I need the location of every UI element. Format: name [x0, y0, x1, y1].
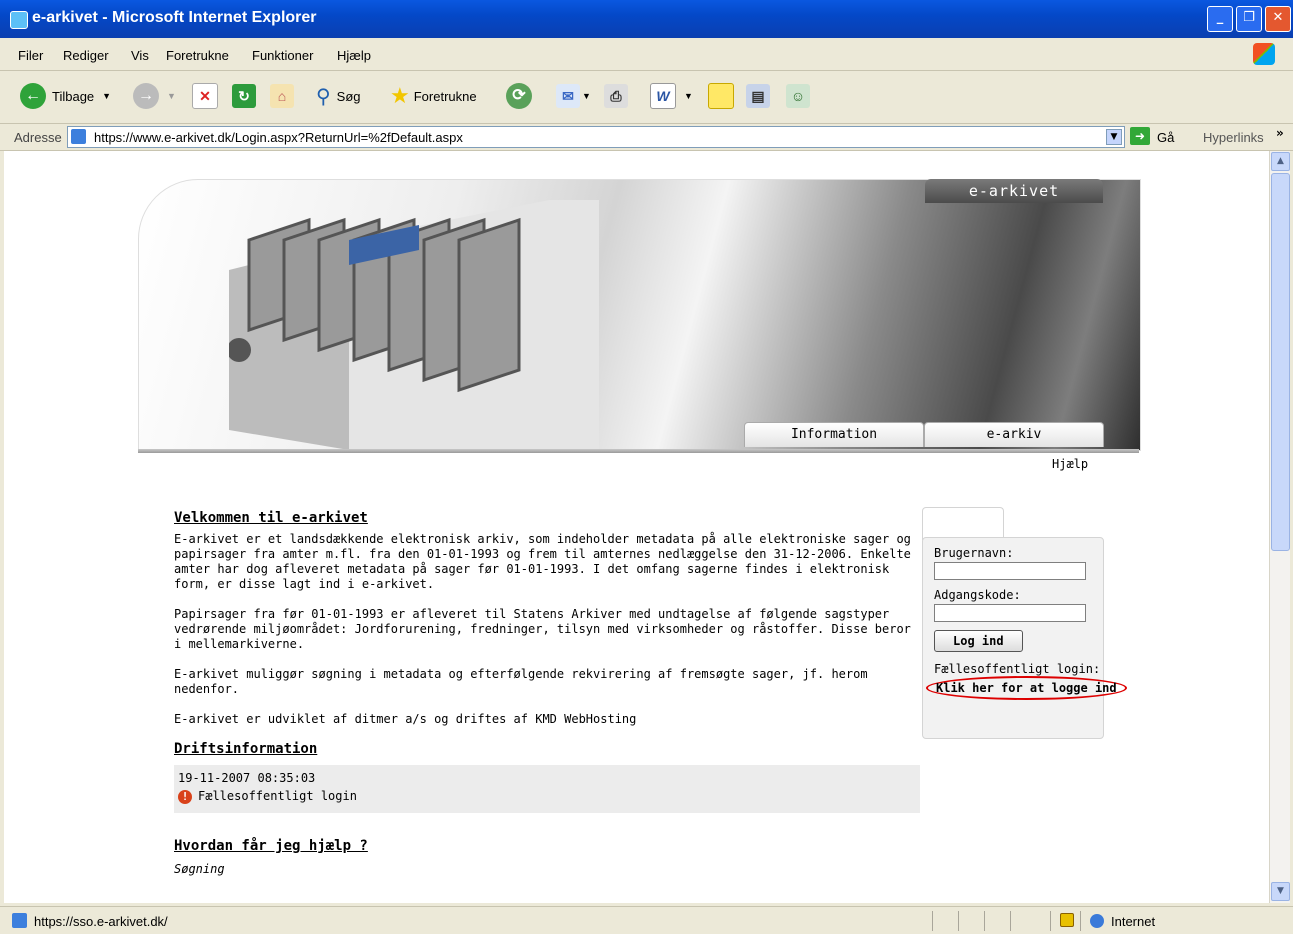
password-label: Adgangskode: — [934, 588, 1021, 602]
address-dropdown-icon[interactable]: ▼ — [1106, 129, 1122, 145]
menu-vis[interactable]: Vis — [131, 48, 149, 63]
tab-information[interactable]: Information — [744, 422, 924, 447]
mail-icon[interactable]: ✉ — [556, 84, 580, 108]
back-label: Tilbage — [52, 88, 95, 104]
favorites-label: Foretrukne — [413, 88, 477, 104]
toolbar: ← Tilbage ▼ → ▼ ✕ ↻ ⌂ ⚲ Søg ★ Foretrukne… — [0, 71, 1293, 124]
welcome-paragraph-3: E-arkivet muliggør søgning i metadata og… — [174, 667, 868, 696]
close-button[interactable]: ✕ — [1265, 6, 1291, 32]
brand-tab: e-arkivet — [925, 179, 1103, 203]
password-input[interactable] — [934, 604, 1086, 622]
maximize-button[interactable]: ❐ — [1236, 6, 1262, 32]
main-content: Velkommen til e-arkivet E-arkivet er et … — [174, 511, 920, 877]
header-divider — [138, 449, 1139, 453]
drift-date: 19-11-2007 08:35:03 — [178, 771, 316, 785]
back-arrow-icon: ← — [20, 83, 46, 109]
forward-button[interactable]: → ▼ — [133, 82, 176, 110]
minimize-button[interactable]: _ — [1207, 6, 1233, 32]
username-label: Brugernavn: — [934, 546, 1014, 560]
scroll-up-icon[interactable]: ▲ — [1271, 152, 1290, 171]
menu-funktioner[interactable]: Funktioner — [252, 48, 313, 63]
menu-bar: Filer Rediger Vis Foretrukne Funktioner … — [0, 38, 1293, 71]
vertical-scrollbar[interactable]: ▲ ▼ — [1269, 151, 1290, 903]
help-heading: Hvordan får jeg hjælp ? — [174, 838, 368, 854]
address-url: https://www.e-arkivet.dk/Login.aspx?Retu… — [94, 130, 463, 145]
home-icon[interactable]: ⌂ — [270, 84, 294, 108]
drift-heading: Driftsinformation — [174, 741, 318, 757]
menu-rediger[interactable]: Rediger — [63, 48, 109, 63]
address-label: Adresse — [14, 130, 62, 145]
star-icon: ★ — [390, 83, 410, 108]
search-label: Søg — [336, 88, 361, 104]
sso-label: Fællesoffentligt login: — [934, 662, 1101, 676]
login-form: Brugernavn: Adgangskode: Log ind Fælleso… — [926, 546, 1127, 700]
page-icon — [71, 129, 86, 144]
title-bar: e-arkivet - Microsoft Internet Explorer … — [0, 0, 1293, 38]
chevron-right-icon[interactable]: » — [1276, 126, 1284, 140]
research-icon[interactable]: ▤ — [746, 84, 770, 108]
forward-arrow-icon: → — [133, 83, 159, 109]
internet-zone-icon — [1090, 914, 1104, 928]
status-bar: https://sso.e-arkivet.dk/ Internet — [0, 906, 1293, 934]
print-icon[interactable]: ⎙ — [604, 84, 628, 108]
lock-icon — [1060, 913, 1074, 927]
warning-icon: ! — [178, 789, 192, 804]
tab-e-arkiv[interactable]: e-arkiv — [924, 422, 1104, 447]
links-button[interactable]: Hyperlinks — [1203, 130, 1264, 145]
messenger-icon[interactable]: ☺ — [786, 84, 810, 108]
archive-cabinet-image — [229, 200, 599, 450]
username-input[interactable] — [934, 562, 1086, 580]
back-dropdown-icon[interactable]: ▼ — [102, 91, 111, 101]
forward-dropdown-icon[interactable]: ▼ — [167, 91, 176, 101]
menu-filer[interactable]: Filer — [18, 48, 43, 63]
favorites-button[interactable]: ★ Foretrukne — [390, 82, 477, 110]
help-link[interactable]: Hjælp — [1052, 457, 1088, 471]
history-icon[interactable]: ⟳ — [506, 83, 532, 109]
help-subheading: Søgning — [174, 862, 225, 876]
welcome-paragraph-4: E-arkivet er udviklet af ditmer a/s og d… — [174, 712, 637, 726]
sso-login-link[interactable]: Klik her for at logge ind — [926, 676, 1127, 700]
notes-icon[interactable] — [708, 83, 734, 109]
stop-icon[interactable]: ✕ — [192, 83, 218, 109]
login-tab — [922, 507, 1004, 540]
welcome-heading: Velkommen til e-arkivet — [174, 510, 368, 526]
welcome-paragraph-1: E-arkivet er et landsdækkende elektronis… — [174, 532, 911, 591]
header-banner — [138, 179, 1141, 451]
menu-hjaelp[interactable]: Hjælp — [337, 48, 371, 63]
edit-dropdown-icon[interactable]: ▼ — [684, 91, 693, 101]
search-icon: ⚲ — [316, 85, 331, 108]
scroll-thumb[interactable] — [1271, 173, 1290, 551]
ie-icon — [10, 11, 28, 29]
back-button[interactable]: ← Tilbage ▼ — [20, 82, 111, 110]
login-button[interactable]: Log ind — [934, 630, 1023, 652]
scroll-down-icon[interactable]: ▼ — [1271, 882, 1290, 901]
drift-item-link[interactable]: Fællesoffentligt login — [198, 789, 357, 803]
zone-label: Internet — [1111, 914, 1156, 929]
go-button[interactable]: Gå — [1157, 130, 1174, 145]
menu-foretrukne[interactable]: Foretrukne — [166, 48, 229, 63]
address-bar: Adresse https://www.e-arkivet.dk/Login.a… — [0, 124, 1293, 151]
address-input[interactable]: https://www.e-arkivet.dk/Login.aspx?Retu… — [67, 126, 1125, 148]
refresh-icon[interactable]: ↻ — [232, 84, 256, 108]
welcome-paragraph-2: Papirsager fra før 01-01-1993 er aflever… — [174, 607, 911, 651]
window-title: e-arkivet - Microsoft Internet Explorer — [32, 9, 317, 26]
page-container: e-arkivet Information e-arkiv Hjælp Velk… — [138, 151, 1141, 903]
mail-dropdown-icon[interactable]: ▼ — [582, 91, 591, 101]
go-arrow-icon[interactable]: ➜ — [1130, 127, 1150, 145]
windows-logo-icon — [1253, 43, 1275, 65]
page-status-icon — [12, 913, 27, 928]
status-text: https://sso.e-arkivet.dk/ — [34, 914, 168, 929]
search-button[interactable]: ⚲ Søg — [316, 82, 361, 110]
page-viewport: e-arkivet Information e-arkiv Hjælp Velk… — [4, 151, 1269, 903]
word-icon[interactable]: W — [650, 83, 676, 109]
drift-info-box: 19-11-2007 08:35:03 ! Fællesoffentligt lo… — [174, 765, 920, 813]
